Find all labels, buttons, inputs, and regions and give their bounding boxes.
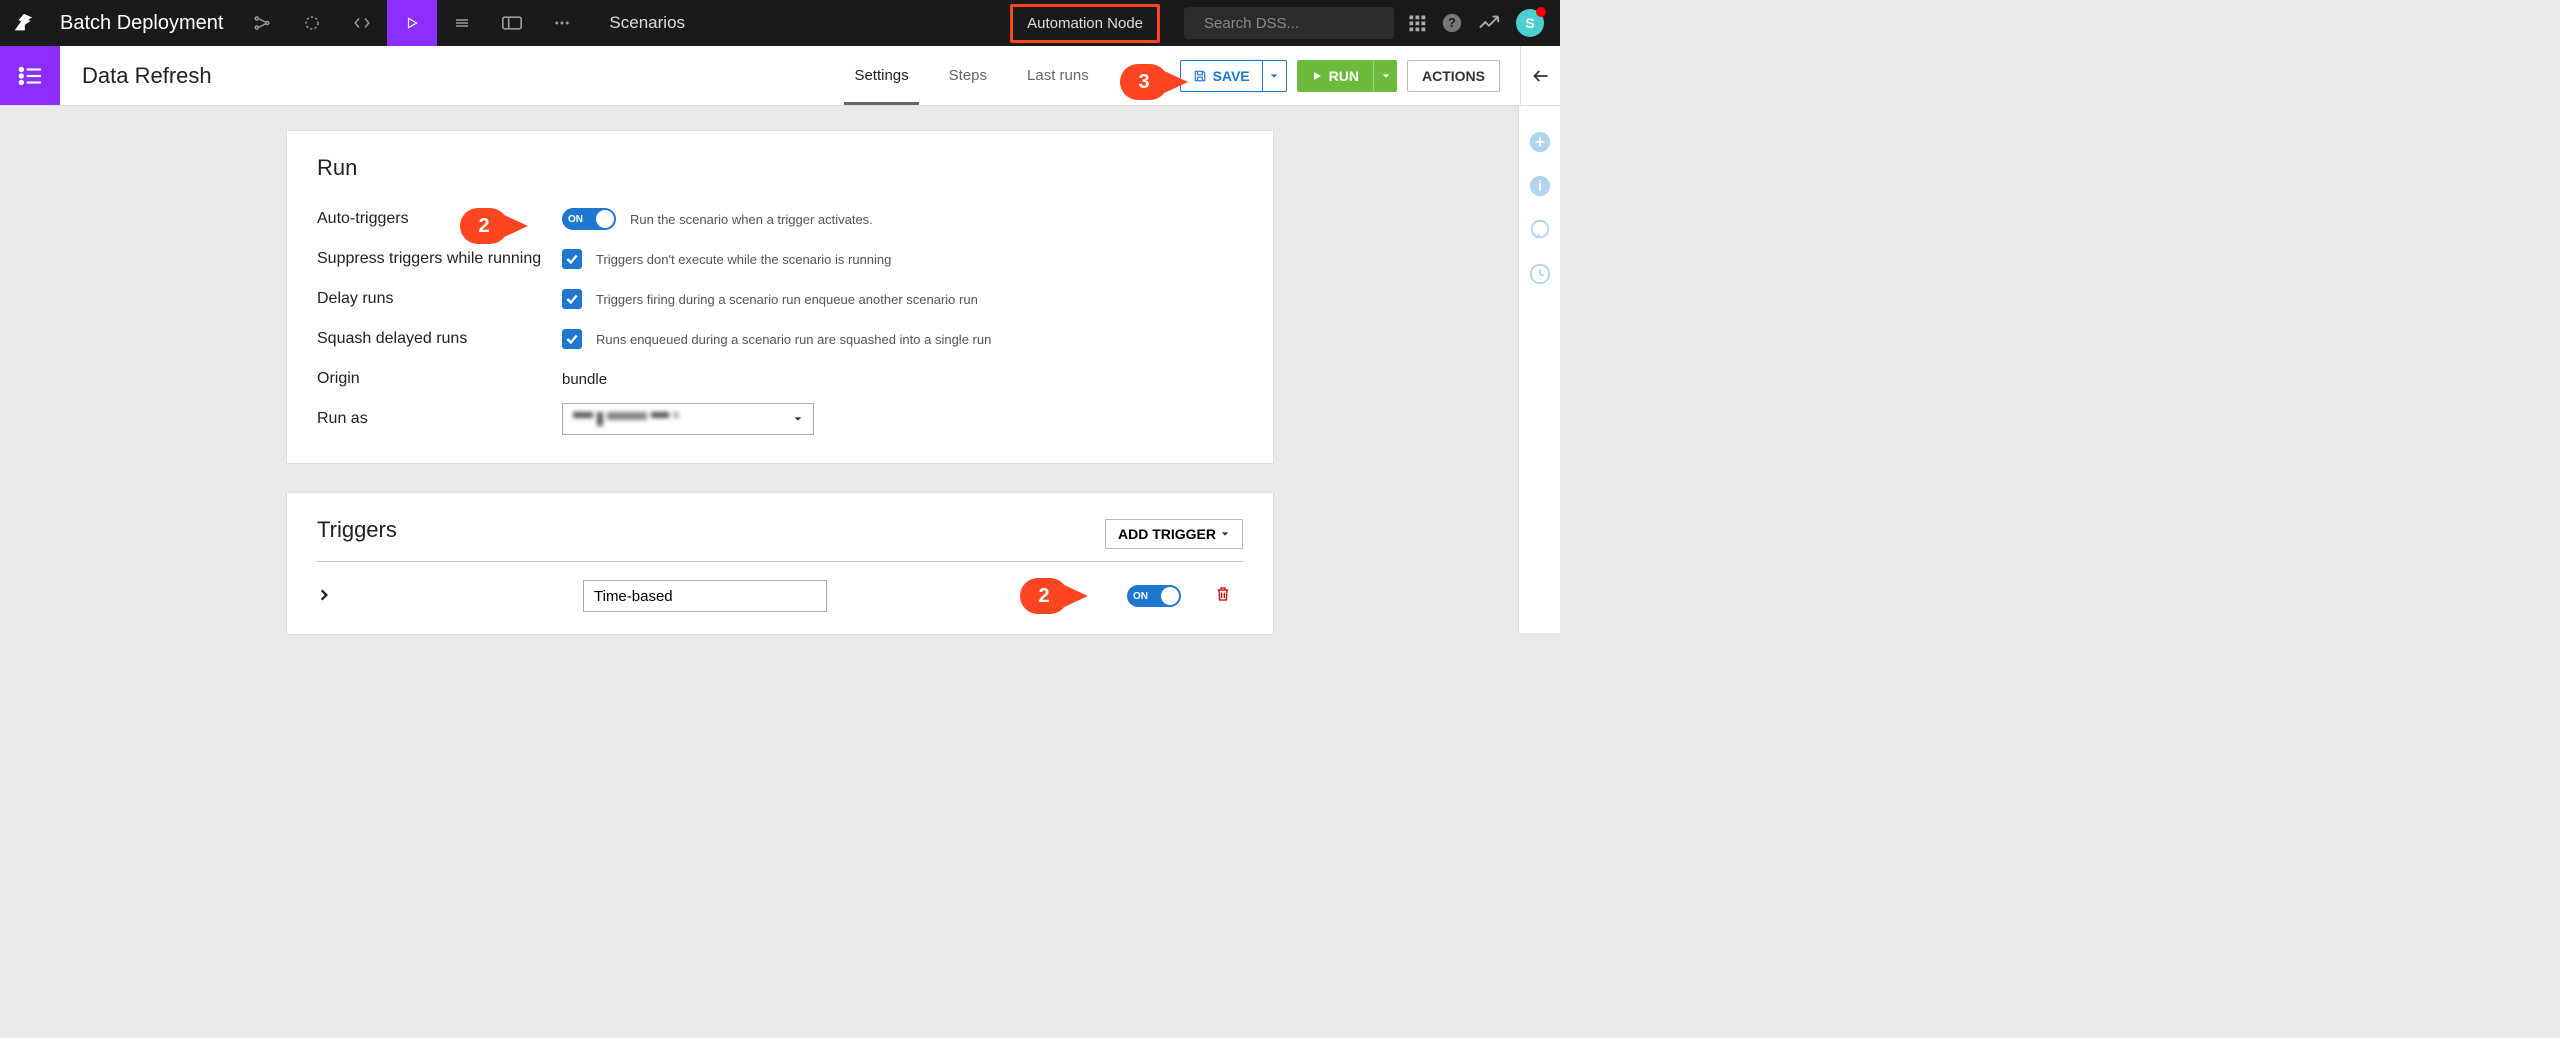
auto-triggers-toggle[interactable]: ON: [562, 208, 616, 230]
tab-last-runs[interactable]: Last runs: [1007, 46, 1109, 105]
delete-trigger-icon[interactable]: [1215, 586, 1243, 607]
suppress-label: Suppress triggers while running: [317, 250, 562, 268]
activity-icon[interactable]: [1478, 14, 1500, 32]
automation-node-badge: Automation Node: [1010, 4, 1160, 43]
search-input[interactable]: [1204, 15, 1403, 32]
trigger-row: ON: [317, 576, 1243, 616]
annotation-2a: 2: [460, 208, 508, 244]
user-avatar[interactable]: S: [1516, 9, 1544, 37]
back-button[interactable]: [1520, 46, 1560, 105]
delay-checkbox[interactable]: [562, 289, 582, 309]
project-title[interactable]: Batch Deployment: [46, 12, 237, 35]
svg-text:i: i: [1538, 179, 1542, 194]
suppress-desc: Triggers don't execute while the scenari…: [596, 252, 891, 267]
run-as-label: Run as: [317, 410, 562, 428]
toggle-knob: [1161, 587, 1179, 605]
scenario-list-button[interactable]: [0, 46, 60, 105]
delay-label: Delay runs: [317, 290, 562, 308]
chevron-down-icon: [1220, 529, 1230, 539]
toggle-knob: [596, 210, 614, 228]
check-icon: [565, 292, 579, 306]
squash-checkbox[interactable]: [562, 329, 582, 349]
check-icon: [565, 332, 579, 346]
add-rail-icon[interactable]: [1528, 130, 1552, 154]
add-trigger-button[interactable]: ADD TRIGGER: [1105, 519, 1243, 549]
avatar-letter: S: [1525, 15, 1534, 31]
annotation-2b: 2: [1020, 578, 1068, 614]
help-icon[interactable]: ?: [1442, 13, 1462, 33]
app-logo[interactable]: [0, 0, 46, 46]
run-dropdown[interactable]: [1373, 60, 1397, 92]
search-box[interactable]: [1184, 7, 1394, 39]
apps-icon[interactable]: [1408, 14, 1426, 32]
code-icon[interactable]: [337, 0, 387, 46]
run-label: RUN: [1329, 68, 1359, 84]
triggers-panel: Triggers ADD TRIGGER ON: [286, 492, 1274, 635]
run-panel: Run Auto-triggers ON Run the scenario wh…: [286, 130, 1274, 464]
flow-icon[interactable]: [237, 0, 287, 46]
expand-trigger-icon[interactable]: [317, 586, 337, 607]
chevron-down-icon: [1269, 71, 1279, 81]
right-rail: i: [1518, 106, 1560, 633]
triggers-heading: Triggers: [317, 517, 397, 543]
squash-desc: Runs enqueued during a scenario run are …: [596, 332, 991, 347]
check-icon: [565, 252, 579, 266]
scenario-title[interactable]: Data Refresh: [60, 46, 212, 105]
origin-label: Origin: [317, 370, 562, 388]
save-button[interactable]: SAVE: [1181, 61, 1262, 91]
notification-dot: [1536, 7, 1546, 17]
suppress-checkbox[interactable]: [562, 249, 582, 269]
squash-label: Squash delayed runs: [317, 330, 562, 348]
dashboard-icon[interactable]: [487, 0, 537, 46]
run-as-select[interactable]: [562, 403, 814, 435]
tab-steps[interactable]: Steps: [929, 46, 1007, 105]
auto-triggers-desc: Run the scenario when a trigger activate…: [630, 212, 873, 227]
annotation-3: 3: [1120, 64, 1168, 100]
run-heading: Run: [317, 155, 1243, 181]
arrow-left-icon: [1531, 66, 1551, 86]
history-rail-icon[interactable]: [1528, 262, 1552, 286]
toggle-on-label: ON: [1127, 591, 1148, 602]
add-trigger-label: ADD TRIGGER: [1118, 526, 1216, 542]
save-dropdown[interactable]: [1262, 61, 1286, 91]
save-button-group: SAVE: [1180, 60, 1287, 92]
trigger-enable-toggle[interactable]: ON: [1127, 585, 1181, 607]
run-button-group: New RUN: [1297, 60, 1397, 92]
chevron-right-icon: [317, 588, 331, 602]
tab-settings[interactable]: Settings: [834, 46, 928, 105]
origin-value: bundle: [562, 371, 607, 388]
stack-icon[interactable]: [437, 0, 487, 46]
scenarios-nav[interactable]: Scenarios: [587, 13, 707, 33]
play-icon[interactable]: [387, 0, 437, 46]
info-rail-icon[interactable]: i: [1528, 174, 1552, 198]
chat-rail-icon[interactable]: [1528, 218, 1552, 242]
actions-button[interactable]: ACTIONS: [1407, 60, 1500, 92]
more-icon[interactable]: [537, 0, 587, 46]
svg-text:?: ?: [1448, 16, 1456, 30]
trigger-name-input[interactable]: [583, 580, 827, 612]
save-label: SAVE: [1213, 68, 1250, 84]
delay-desc: Triggers firing during a scenario run en…: [596, 292, 978, 307]
circle-icon[interactable]: [287, 0, 337, 46]
play-icon: [1311, 70, 1323, 82]
run-as-value-redacted: [573, 412, 679, 426]
toggle-on-label: ON: [562, 214, 583, 225]
chevron-down-icon: [1381, 71, 1391, 81]
chevron-down-icon: [793, 414, 803, 424]
trash-icon: [1215, 586, 1231, 602]
save-icon: [1193, 69, 1207, 83]
run-button[interactable]: RUN: [1297, 60, 1373, 92]
